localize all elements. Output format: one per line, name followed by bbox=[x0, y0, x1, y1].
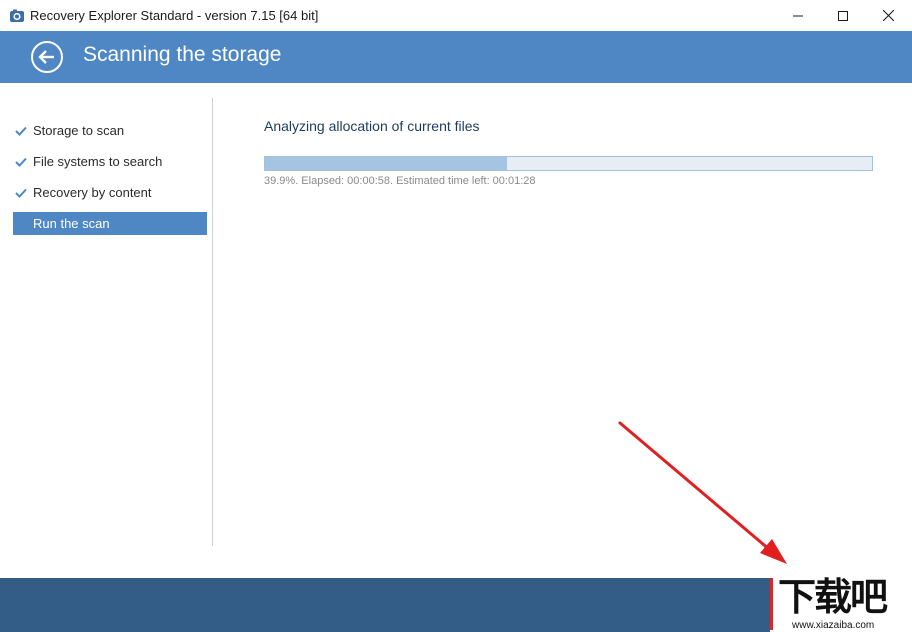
step-label: File systems to search bbox=[33, 154, 163, 169]
close-icon bbox=[882, 10, 894, 21]
step-label: Recovery by content bbox=[33, 185, 152, 200]
sidebar-divider bbox=[212, 98, 213, 546]
title-bar: Recovery Explorer Standard - version 7.1… bbox=[0, 0, 912, 31]
watermark-url: www.xiazaiba.com bbox=[792, 620, 875, 631]
scan-status-label: Analyzing allocation of current files bbox=[264, 118, 480, 134]
page-header: Scanning the storage bbox=[0, 31, 912, 83]
checkmark-icon bbox=[13, 126, 33, 136]
checkmark-icon bbox=[13, 157, 33, 167]
watermark-accent-bar bbox=[770, 578, 773, 630]
page-title: Scanning the storage bbox=[83, 43, 282, 66]
app-icon bbox=[9, 8, 25, 24]
checkmark-icon bbox=[13, 188, 33, 198]
watermark-logo: 下载吧 bbox=[778, 575, 888, 619]
step-label: Run the scan bbox=[33, 216, 110, 231]
scan-progress-text: 39.9%. Elapsed: 00:00:58. Estimated time… bbox=[264, 175, 536, 187]
minimize-icon bbox=[793, 15, 803, 16]
close-button[interactable] bbox=[865, 0, 911, 31]
step-label: Storage to scan bbox=[33, 123, 125, 138]
minimize-button[interactable] bbox=[775, 0, 821, 31]
back-button[interactable] bbox=[31, 41, 63, 73]
window-title: Recovery Explorer Standard - version 7.1… bbox=[30, 8, 319, 23]
maximize-icon bbox=[838, 10, 848, 21]
maximize-button[interactable] bbox=[820, 0, 866, 31]
scan-progress-fill bbox=[265, 157, 508, 170]
back-arrow-icon bbox=[38, 50, 54, 64]
step-run-the-scan[interactable]: Run the scan bbox=[13, 212, 207, 235]
step-storage-to-scan[interactable]: Storage to scan bbox=[13, 119, 207, 142]
scan-progress-bar bbox=[264, 156, 873, 171]
step-recovery-by-content[interactable]: Recovery by content bbox=[13, 181, 207, 204]
step-file-systems-to-search[interactable]: File systems to search bbox=[13, 150, 207, 173]
watermark: 下载吧 www.xiazaiba.com bbox=[770, 574, 912, 632]
